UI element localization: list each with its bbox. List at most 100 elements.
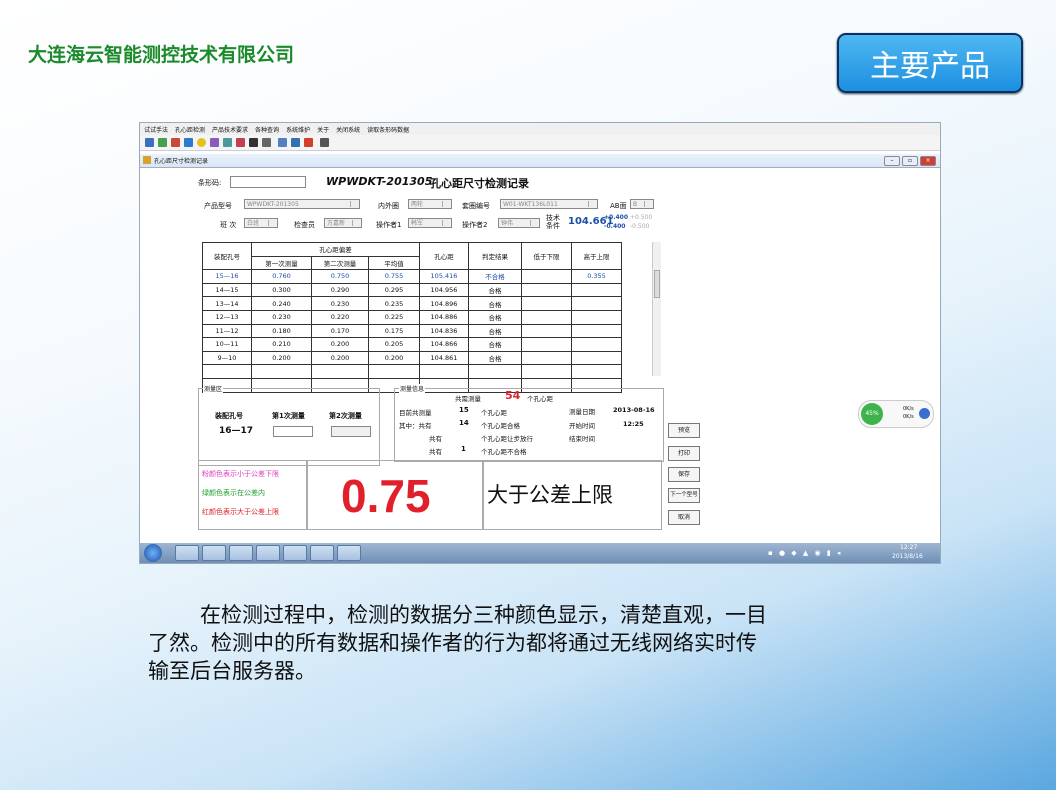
word-taskbar-icon[interactable] — [337, 545, 361, 561]
cell-second: 0.220 — [311, 309, 369, 325]
preview-button[interactable]: 预览 — [668, 423, 700, 438]
ab-face-label: AB面 — [610, 202, 627, 210]
ab-face-select[interactable]: B — [630, 199, 654, 209]
qq-taskbar-icon[interactable] — [202, 545, 226, 561]
app-taskbar-icon[interactable] — [256, 545, 280, 561]
start-label: 开始时间 — [569, 422, 595, 430]
operator2-select[interactable]: 钟伟 — [498, 218, 540, 228]
table-row[interactable]: 10—11 0.210 0.200 0.205 104.866 合格 — [202, 337, 622, 352]
toolbar-icon[interactable] — [320, 138, 329, 147]
cell-distance: 105.416 — [419, 269, 469, 284]
form-area: 条形码: WPWDKT-201305 孔心距尺寸检测记录 产品型号 WPWDKT… — [140, 168, 940, 540]
current-value: 15 — [459, 406, 469, 414]
product-model-label: 产品型号 — [204, 202, 232, 210]
clock-date: 2013/8/16 — [892, 553, 923, 560]
table-row[interactable]: 11—12 0.180 0.170 0.175 104.836 合格 — [202, 323, 622, 339]
menu-item[interactable]: 关于 — [317, 125, 329, 134]
col-avg: 平均值 — [368, 255, 420, 271]
ring-no-label: 套圈编号 — [462, 202, 490, 210]
step-suffix: 个孔心距让步放行 — [481, 435, 533, 443]
measure-hole-value: 16—17 — [219, 426, 254, 436]
next-model-button[interactable]: 下一个型号 — [668, 488, 700, 503]
caption-line-3: 输至后台服务器。 — [148, 659, 316, 683]
net-speed-up: 0K/s — [903, 406, 914, 412]
network-status-icon — [919, 408, 930, 419]
save-button[interactable]: 保存 — [668, 467, 700, 482]
operator1-select[interactable]: 韩军 — [408, 218, 452, 228]
toolbar-icon[interactable] — [197, 138, 206, 147]
app-taskbar-icon[interactable] — [283, 545, 307, 561]
menu-item[interactable]: 产品技术要求 — [212, 125, 248, 134]
main-products-button[interactable]: 主要产品 — [837, 33, 1023, 93]
cell-result: 合格 — [468, 282, 522, 298]
measure-first-label: 第1次测量 — [272, 412, 305, 420]
cancel-button[interactable]: 取消 — [668, 510, 700, 525]
minimize-button[interactable]: – — [884, 156, 900, 166]
pass-value: 14 — [459, 419, 469, 427]
menu-item[interactable]: 读取条形码数据 — [367, 125, 409, 134]
toolbar-icon[interactable] — [236, 138, 245, 147]
print-button[interactable]: 打印 — [668, 446, 700, 461]
measure-first-input[interactable] — [273, 426, 313, 437]
col-second: 第二次测量 — [311, 255, 369, 271]
among-label: 其中：共有 — [399, 422, 432, 430]
inspector-select[interactable]: 万嘉新 — [324, 218, 362, 228]
date-label: 测量日期 — [569, 408, 595, 416]
ring-no-select[interactable]: W01-WKT136L011 — [500, 199, 598, 209]
table-row[interactable]: 13—14 0.240 0.230 0.235 104.896 合格 — [202, 296, 622, 311]
cell-above — [571, 296, 622, 311]
table-scrollbar[interactable] — [652, 242, 661, 376]
barcode-input[interactable] — [230, 176, 306, 188]
product-model-select[interactable]: WPWDKT-201305 — [244, 199, 360, 209]
menu-item[interactable]: 各种查询 — [255, 125, 279, 134]
empty-cell — [419, 364, 469, 379]
company-name: 大连海云智能测控技术有限公司 — [28, 44, 295, 66]
table-row[interactable]: 12—13 0.230 0.220 0.225 104.886 合格 — [202, 309, 622, 325]
scrollbar-thumb[interactable] — [654, 270, 660, 298]
shift-select[interactable]: 白班 — [244, 218, 278, 228]
cell-avg: 0.225 — [368, 309, 420, 325]
cell-distance: 104.866 — [419, 337, 469, 352]
toolbar-icon[interactable] — [249, 138, 258, 147]
inner-outer-select[interactable]: 两轮 — [408, 199, 452, 209]
tolerance-upper: +0.400 — [604, 214, 629, 221]
total-suffix: 个孔心距 — [527, 395, 553, 403]
menu-item[interactable]: 孔心距检测 — [175, 125, 205, 134]
close-button[interactable]: × — [920, 156, 936, 166]
toolbar-icon[interactable] — [171, 138, 180, 147]
empty-cell — [251, 364, 312, 379]
toolbar-icon[interactable] — [184, 138, 193, 147]
app-taskbar-icon[interactable] — [310, 545, 334, 561]
measure-second-input[interactable] — [331, 426, 371, 437]
start-button-icon[interactable] — [144, 544, 162, 562]
toolbar-icon[interactable] — [262, 138, 271, 147]
toolbar-icon[interactable] — [223, 138, 232, 147]
fail-value: 1 — [461, 445, 466, 453]
app-taskbar-icon[interactable] — [229, 545, 253, 561]
measurement-table: 装配孔号 孔心距偏差 孔心距 判定结果 低于下限 高于上限 第一次测量 第二次测… — [202, 241, 622, 393]
menu-item[interactable]: 关闭系统 — [336, 125, 360, 134]
toolbar-icon[interactable] — [291, 138, 300, 147]
caption-line-1: 在检测过程中，检测的数据分三种颜色显示，清楚直观，一目 — [200, 603, 767, 627]
cell-below — [521, 282, 572, 298]
restore-button[interactable]: ▫ — [902, 156, 918, 166]
toolbar-icon[interactable] — [158, 138, 167, 147]
toolbar-icon[interactable] — [145, 138, 154, 147]
table-row[interactable]: 9—10 0.200 0.200 0.200 104.861 合格 — [202, 350, 622, 366]
explorer-taskbar-icon[interactable] — [175, 545, 199, 561]
menu-item[interactable]: 系统维护 — [286, 125, 310, 134]
table-row[interactable]: 15—16 0.760 0.750 0.755 105.416 不合格 0.355 — [202, 269, 622, 284]
measure-info: 测量信息 共需测量 54 个孔心距 目前共测量 15 个孔心距 其中：共有 14… — [394, 384, 664, 462]
legend-pink: 粉颜色表示小于公差下限 — [202, 470, 279, 478]
table-row[interactable]: 14—15 0.300 0.290 0.295 104.956 合格 — [202, 282, 622, 298]
cell-second: 0.290 — [311, 282, 369, 298]
cell-result: 合格 — [468, 350, 522, 366]
toolbar-icon[interactable] — [210, 138, 219, 147]
col-below: 低于下限 — [521, 241, 572, 271]
toolbar-icon[interactable] — [278, 138, 287, 147]
tray-icons[interactable]: ▪ ● ◆ ▲ ◉ ▮ ◂ — [768, 549, 842, 557]
toolbar-icon[interactable] — [304, 138, 313, 147]
network-widget[interactable]: 45% 0K/s 0K/s — [858, 400, 934, 428]
total-prefix: 共需测量 — [455, 395, 481, 403]
menu-item[interactable]: 试试手法 — [144, 125, 168, 134]
